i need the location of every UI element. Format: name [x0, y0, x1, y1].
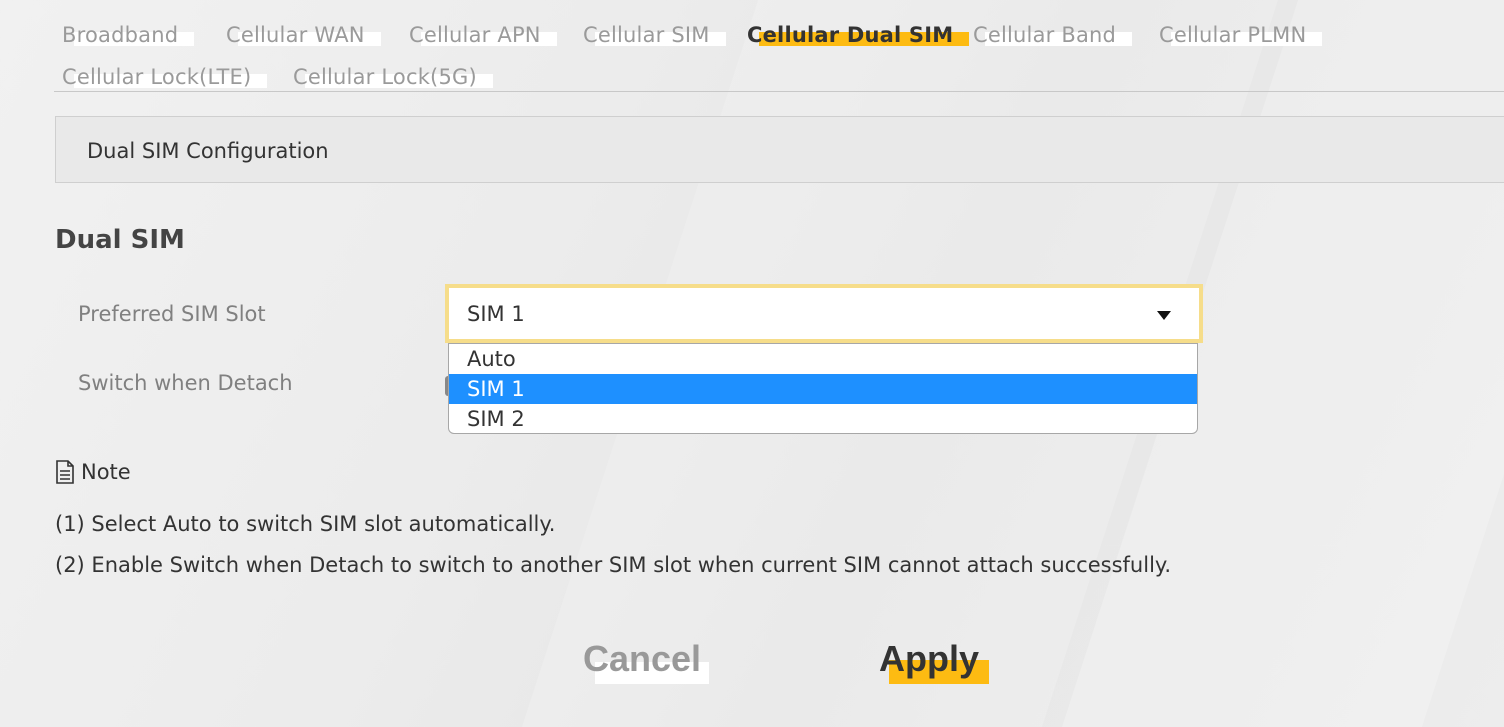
switch-when-detach-label: Switch when Detach	[78, 371, 293, 395]
tab-cellular-sim[interactable]: Cellular SIM	[575, 22, 726, 47]
preferred-sim-slot-select[interactable]: SIM 1	[445, 284, 1203, 343]
group-title: Dual SIM	[55, 225, 185, 255]
option-sim-1[interactable]: SIM 1	[449, 374, 1197, 404]
note-heading: Note	[55, 460, 131, 484]
tab-cellular-dual-sim[interactable]: Cellular Dual SIM	[739, 22, 970, 47]
section-header: Dual SIM Configuration	[55, 116, 1504, 183]
document-icon	[56, 460, 74, 484]
tab-broadband[interactable]: Broadband	[54, 22, 195, 47]
caret-down-icon[interactable]	[1157, 311, 1171, 320]
note-line-2: (2) Enable Switch when Detach to switch …	[55, 553, 1172, 577]
note-line-1: (1) Select Auto to switch SIM slot autom…	[55, 512, 556, 536]
option-auto[interactable]: Auto	[449, 344, 1197, 374]
tab-cellular-plmn[interactable]: Cellular PLMN	[1151, 22, 1323, 47]
tab-cellular-wan[interactable]: Cellular WAN	[218, 22, 381, 47]
tab-cellular-lock-5g[interactable]: Cellular Lock(5G)	[285, 64, 493, 89]
tab-cellular-apn[interactable]: Cellular APN	[401, 22, 557, 47]
tab-bar: Broadband Cellular WAN Cellular APN Cell…	[54, 14, 1504, 98]
tab-cellular-lock-lte[interactable]: Cellular Lock(LTE)	[54, 64, 268, 89]
tab-divider	[54, 91, 1504, 92]
apply-button[interactable]: Apply	[879, 638, 990, 684]
preferred-sim-slot-label: Preferred SIM Slot	[78, 302, 266, 326]
select-value: SIM 1	[467, 302, 525, 326]
section-title: Dual SIM Configuration	[87, 139, 329, 163]
note-title: Note	[81, 460, 131, 484]
sim-slot-dropdown-list: Auto SIM 1 SIM 2	[448, 343, 1198, 434]
tab-cellular-band[interactable]: Cellular Band	[965, 22, 1133, 47]
cancel-button[interactable]: Cancel	[583, 638, 710, 684]
option-sim-2[interactable]: SIM 2	[449, 404, 1197, 433]
